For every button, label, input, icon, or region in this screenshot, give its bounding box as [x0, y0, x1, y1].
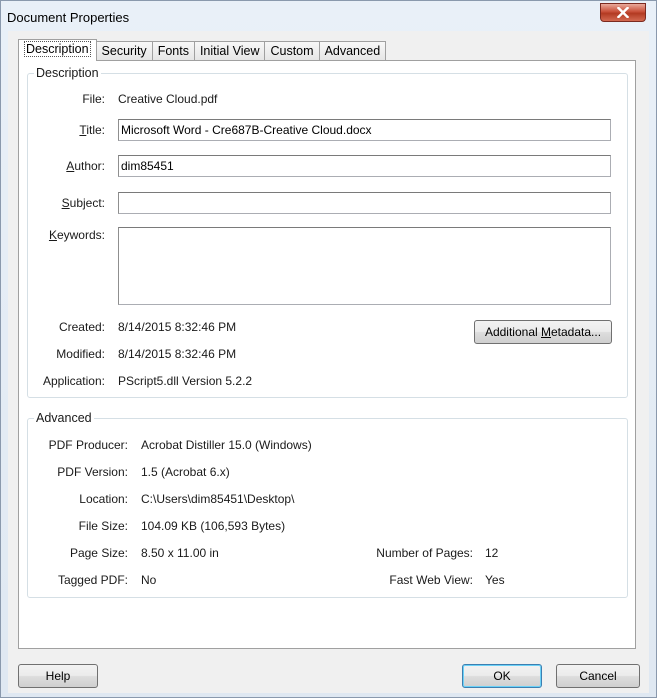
- file-label: File:: [82, 92, 105, 106]
- file-size-label: File Size:: [78, 519, 128, 533]
- tab-initial-view[interactable]: Initial View: [193, 41, 266, 61]
- application-label: Application:: [42, 374, 105, 388]
- keywords-label-rest: eywords:: [56, 228, 105, 242]
- application-value: PScript5.dll Version 5.2.2: [118, 374, 253, 388]
- page-size-label: Page Size:: [69, 546, 128, 560]
- title-label-rest: itle:: [86, 123, 105, 137]
- page-size-value: 8.50 x 11.00 in: [141, 546, 219, 560]
- keywords-label-key: K: [48, 228, 57, 242]
- fast-web-view-label: Fast Web View:: [389, 573, 473, 587]
- keywords-field[interactable]: [118, 227, 611, 305]
- tagged-pdf-value: No: [141, 573, 157, 587]
- pdf-producer-label: PDF Producer:: [48, 438, 128, 452]
- location-value: C:\Users\dim85451\Desktop\: [141, 492, 295, 506]
- author-field[interactable]: dim85451: [118, 155, 611, 177]
- keywords-label: Keywords:: [49, 228, 105, 242]
- subject-field[interactable]: [118, 192, 611, 214]
- subject-label-key: S: [61, 196, 70, 210]
- close-button[interactable]: [600, 3, 646, 22]
- metadata-button-key: M: [541, 325, 551, 339]
- help-button[interactable]: Help: [18, 664, 98, 688]
- tab-advanced[interactable]: Advanced: [318, 41, 387, 61]
- tab-custom[interactable]: Custom: [264, 41, 320, 61]
- tab-fonts[interactable]: Fonts: [151, 41, 195, 61]
- pdf-version-label: PDF Version:: [57, 465, 128, 479]
- file-size-value: 104.09 KB (106,593 Bytes): [141, 519, 286, 533]
- number-of-pages-value: 12: [485, 546, 499, 560]
- tab-panel: Description File: Creative Cloud.pdf Tit…: [18, 60, 636, 649]
- tab-description[interactable]: Description: [18, 39, 97, 61]
- ok-button[interactable]: OK: [462, 664, 542, 688]
- tab-strip: Description Security Fonts Initial View …: [18, 39, 387, 61]
- created-label: Created:: [58, 320, 105, 334]
- tab-security[interactable]: Security: [95, 41, 153, 61]
- created-value: 8/14/2015 8:32:46 PM: [118, 320, 237, 334]
- close-icon: [617, 7, 629, 18]
- metadata-button-text-a: Additional: [484, 325, 541, 339]
- title-bar[interactable]: Document Properties: [1, 1, 656, 33]
- subject-label-rest: ubject:: [69, 196, 105, 210]
- subject-label: Subject:: [62, 196, 105, 210]
- file-value: Creative Cloud.pdf: [118, 92, 218, 106]
- tagged-pdf-label: Tagged PDF:: [57, 573, 128, 587]
- author-label-rest: uthor:: [74, 159, 105, 173]
- modified-value: 8/14/2015 8:32:46 PM: [118, 347, 237, 361]
- dialog-client-area: Description Security Fonts Initial View …: [8, 31, 649, 693]
- title-label: Title:: [79, 123, 105, 137]
- pdf-version-value: 1.5 (Acrobat 6.x): [141, 465, 230, 479]
- advanced-group-title: Advanced: [34, 411, 94, 425]
- cancel-button[interactable]: Cancel: [556, 664, 640, 688]
- author-label: Author:: [66, 159, 105, 173]
- tab-description-label: Description: [24, 41, 91, 57]
- window-title: Document Properties: [7, 10, 130, 25]
- pdf-producer-value: Acrobat Distiller 15.0 (Windows): [141, 438, 312, 452]
- number-of-pages-label: Number of Pages:: [376, 546, 473, 560]
- description-group-title: Description: [34, 66, 101, 80]
- location-label: Location:: [79, 492, 128, 506]
- additional-metadata-button[interactable]: Additional Metadata...: [474, 320, 612, 344]
- fast-web-view-value: Yes: [485, 573, 505, 587]
- title-field[interactable]: Microsoft Word - Cre687B-Creative Cloud.…: [118, 119, 611, 141]
- document-properties-dialog: Document Properties Description Security…: [0, 0, 657, 698]
- metadata-button-text-b: etadata...: [551, 325, 602, 339]
- modified-label: Modified:: [56, 347, 105, 361]
